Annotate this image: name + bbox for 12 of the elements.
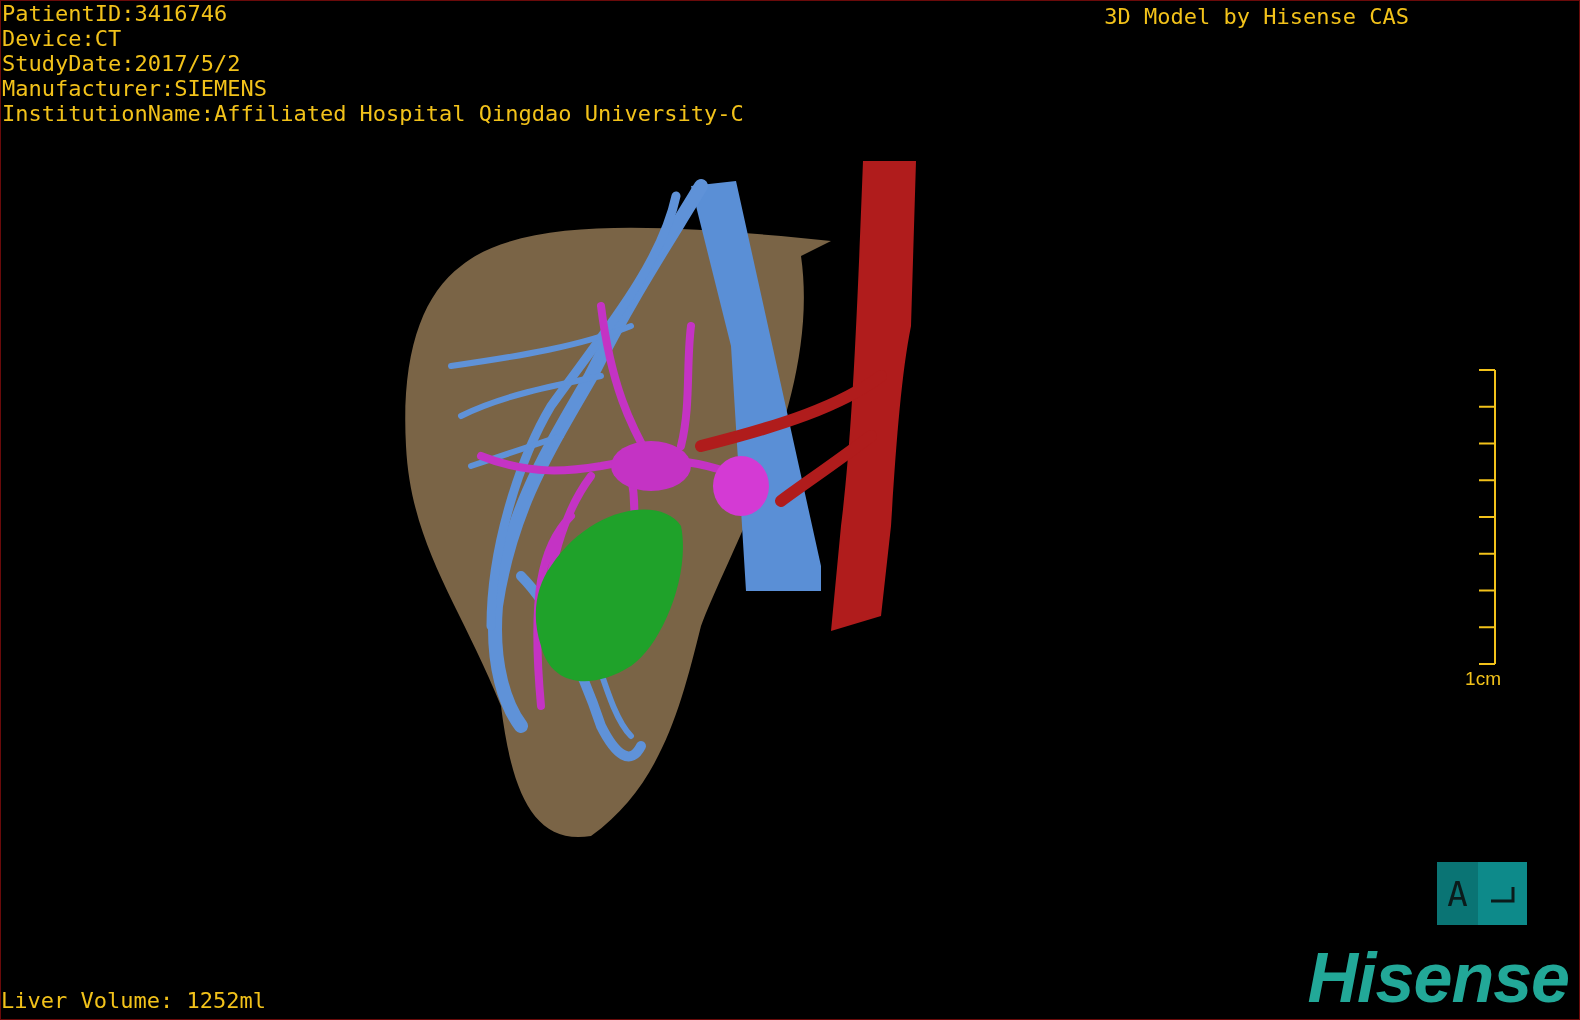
scale-label: 1cm: [1465, 668, 1501, 690]
viewer-title: 3D Model by Hisense CAS: [1104, 3, 1409, 29]
scale-ruler-icon: [1477, 369, 1497, 665]
study-info-line: Manufacturer:SIEMENS: [2, 76, 268, 101]
orientation-label: A: [1447, 875, 1468, 912]
liver-volume: Liver Volume: 1252ml: [1, 988, 266, 1015]
study-info-line: Device:CT: [2, 26, 123, 51]
study-info-line: StudyDate:2017/5/2: [2, 51, 242, 76]
study-info-line: InstitutionName:Affiliated Hospital Qingdao University-C: [2, 101, 744, 126]
study-info-line: PatientID:3416746: [2, 1, 229, 26]
orientation-cube[interactable]: A: [1437, 862, 1527, 925]
brand-logo: Hisense: [1307, 941, 1570, 1015]
